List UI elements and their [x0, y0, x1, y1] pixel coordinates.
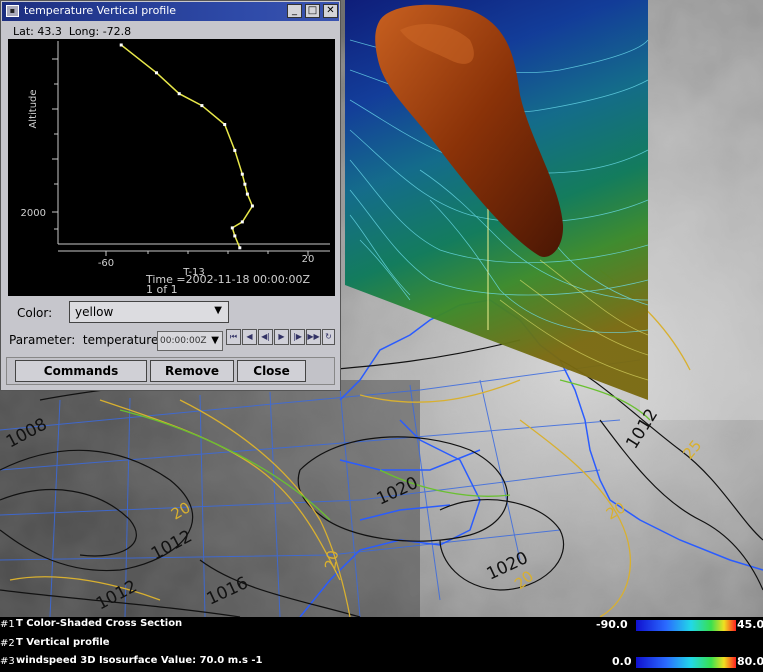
go-first-icon[interactable]: ⏮	[226, 329, 241, 345]
step-back-icon[interactable]: ◀	[242, 329, 257, 345]
prev-frame-icon[interactable]: ◀|	[258, 329, 273, 345]
time-dropdown[interactable]: 00:00:00Z ▼	[157, 331, 223, 351]
y-axis-label: Altitude	[28, 89, 39, 128]
color-dropdown-value: yellow	[75, 305, 114, 319]
x-tick-label: -60	[98, 258, 114, 269]
legend-index: #3	[0, 656, 15, 667]
commands-button[interactable]: Commands	[15, 360, 147, 382]
chevron-down-icon: ▼	[211, 335, 219, 346]
window-titlebar[interactable]: ▪ temperature Vertical profile _ □ ✕	[2, 2, 339, 21]
profile-plot-area[interactable]: Altitude 2000 -60 20 T-13 Time =2002-11-…	[8, 39, 335, 296]
frame-counter: 1 of 1	[146, 283, 178, 296]
minimize-button[interactable]: _	[287, 4, 302, 18]
profile-point	[155, 71, 158, 75]
button-bar: Commands Remove Close	[6, 357, 335, 385]
legend-row[interactable]: #3 windspeed 3D Isosurface Value: 70.0 m…	[0, 654, 763, 672]
legend-label: T Vertical profile	[16, 637, 110, 648]
vertical-profile-window: ▪ temperature Vertical profile _ □ ✕ Lat…	[0, 0, 341, 391]
profile-point	[233, 234, 237, 238]
windspeed-colorbar	[636, 657, 736, 668]
close-window-button[interactable]: ✕	[323, 4, 338, 18]
profile-point	[200, 104, 204, 108]
parameter-value: temperature	[82, 333, 159, 347]
chevron-down-icon: ▼	[214, 305, 222, 316]
profile-point	[230, 226, 234, 230]
profile-point	[233, 148, 237, 152]
profile-chart[interactable]: Altitude 2000 -60 20 T-13 Time =2002-11-…	[8, 39, 335, 296]
profile-point	[238, 246, 242, 250]
next-frame-icon[interactable]: |▶	[290, 329, 305, 345]
colorbar-min: -90.0	[596, 618, 628, 631]
time-dropdown-value: 00:00:00Z	[160, 336, 207, 346]
maximize-button[interactable]: □	[305, 4, 320, 18]
colorbar-max: 80.0	[737, 655, 763, 668]
play-icon[interactable]: ▶	[274, 329, 289, 345]
legend-index: #2	[0, 638, 15, 649]
profile-line	[120, 44, 254, 249]
profile-point	[223, 123, 227, 126]
profile-point	[119, 43, 123, 47]
loop-icon[interactable]: ↻	[322, 329, 335, 345]
parameter-field: Parameter: temperature	[9, 333, 158, 347]
colorbar-min: 0.0	[612, 655, 632, 668]
parameter-label: Parameter:	[9, 333, 76, 347]
profile-point	[177, 92, 181, 96]
contour-label: 20	[321, 549, 342, 571]
temperature-colorbar	[636, 620, 736, 631]
window-title: temperature Vertical profile	[24, 4, 177, 17]
legend-row[interactable]: #2 T Vertical profile	[0, 636, 763, 654]
legend-label: windspeed 3D Isosurface Value: 70.0 m.s …	[16, 655, 263, 666]
location-readout: Lat: 43.3 Long: -72.8	[13, 25, 131, 38]
legend-label: T Color-Shaded Cross Section	[16, 618, 183, 629]
color-dropdown[interactable]: yellow ▼	[69, 301, 229, 323]
profile-point	[245, 192, 249, 196]
x-tick-label: 20	[302, 254, 315, 265]
legend-index: #1	[0, 619, 15, 630]
colorbar-max: 45.0	[737, 618, 763, 631]
longitude-label: Long: -72.8	[68, 25, 132, 38]
legend-row[interactable]: #1 T Color-Shaded Cross Section -90.0 45…	[0, 617, 763, 635]
profile-point	[240, 172, 244, 176]
profile-point	[243, 182, 247, 186]
profile-point	[240, 220, 244, 224]
y-tick-label: 2000	[21, 208, 46, 219]
layer-legend: #1 T Color-Shaded Cross Section -90.0 45…	[0, 617, 763, 672]
remove-button[interactable]: Remove	[150, 360, 234, 382]
go-last-icon[interactable]: ▶▶	[306, 329, 321, 345]
latitude-label: Lat: 43.3	[13, 25, 62, 38]
app-icon[interactable]: ▪	[6, 5, 19, 17]
close-button[interactable]: Close	[237, 360, 306, 382]
color-label: Color:	[17, 306, 53, 320]
profile-point	[250, 204, 254, 208]
